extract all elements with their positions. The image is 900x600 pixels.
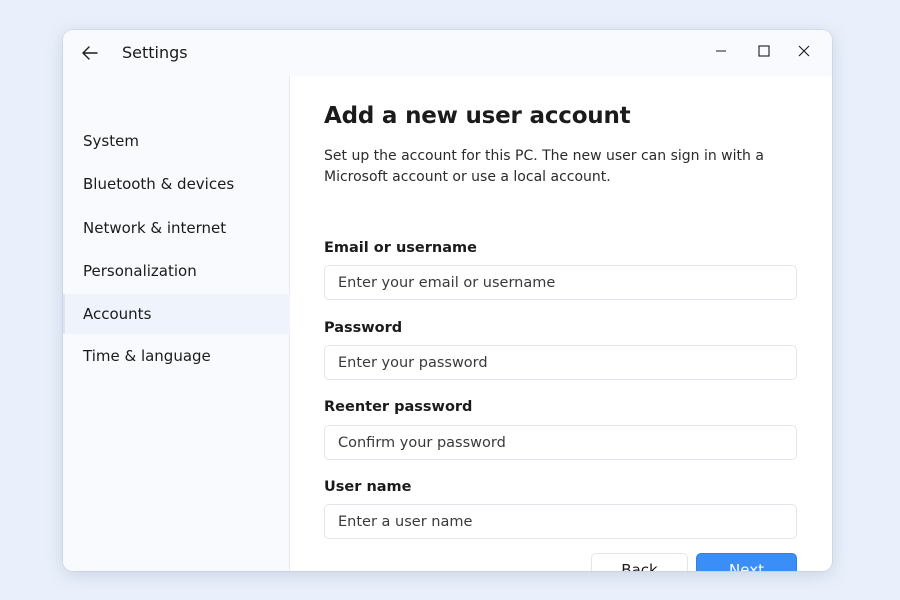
email-username-input[interactable] — [324, 265, 797, 300]
sidebar-item-label: Time & language — [83, 347, 211, 365]
maximize-icon — [758, 45, 770, 57]
user-name-input[interactable] — [324, 504, 797, 539]
close-button[interactable] — [787, 38, 821, 64]
page-title: Add a new user account — [324, 103, 631, 129]
sidebar: System Bluetooth & devices Network & int… — [63, 76, 290, 571]
sidebar-item-label: Bluetooth & devices — [83, 175, 235, 193]
sidebar-item-label: Network & internet — [83, 219, 227, 237]
sidebar-item-network-internet[interactable]: Network & internet — [63, 208, 290, 248]
minimize-button[interactable] — [704, 38, 738, 64]
password-field-label: Password — [324, 320, 403, 336]
maximize-button[interactable] — [747, 38, 781, 64]
email-field-label: Email or username — [324, 240, 477, 256]
settings-window: Settings System Bluetooth & devices Netw… — [63, 30, 832, 571]
sidebar-item-time-language[interactable]: Time & language — [63, 336, 290, 376]
sidebar-item-system[interactable]: System — [63, 121, 290, 161]
user-name-field-label: User name — [324, 479, 412, 495]
sidebar-item-accounts[interactable]: Accounts — [63, 294, 290, 334]
close-icon — [798, 45, 810, 57]
back-arrow-button[interactable] — [75, 39, 105, 67]
sidebar-item-label: Accounts — [83, 305, 152, 323]
arrow-left-icon — [82, 46, 98, 60]
window-title: Settings — [122, 43, 188, 62]
reenter-password-field-label: Reenter password — [324, 399, 473, 415]
minimize-icon — [716, 50, 726, 52]
next-button[interactable]: Next — [696, 553, 797, 571]
password-input[interactable] — [324, 345, 797, 380]
main-content: Add a new user account Set up the accoun… — [291, 76, 832, 571]
reenter-password-input[interactable] — [324, 425, 797, 460]
sidebar-item-personalization[interactable]: Personalization — [63, 251, 290, 291]
sidebar-item-label: Personalization — [83, 262, 197, 280]
page-description: Set up the account for this PC. The new … — [324, 148, 764, 185]
sidebar-item-bluetooth-devices[interactable]: Bluetooth & devices — [63, 164, 290, 204]
sidebar-item-label: System — [83, 132, 139, 150]
title-bar: Settings — [63, 30, 832, 76]
back-button[interactable]: Back — [591, 553, 688, 571]
